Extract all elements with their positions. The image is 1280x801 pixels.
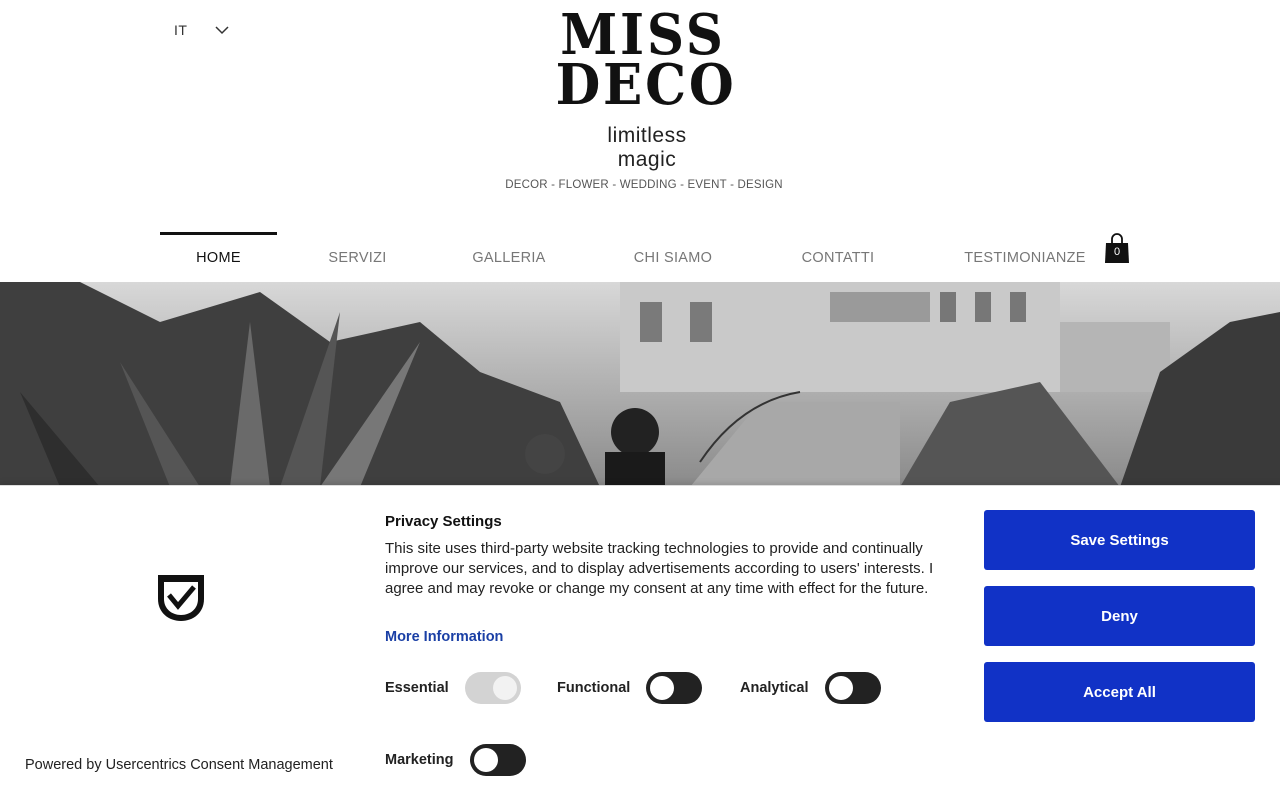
logo-line-2: DECO [555,52,737,118]
shield-check-icon [158,575,204,621]
language-code: IT [174,22,188,38]
services-subtitle: DECOR - FLOWER - WEDDING - EVENT - DESIG… [505,179,783,191]
toggle-essential-row: Essential [385,672,521,704]
functional-label: Functional [557,680,631,696]
toggle-marketing-row: Marketing [385,744,526,776]
toggle-analytical-row: Analytical [740,672,881,704]
functional-toggle[interactable] [646,672,703,704]
nav-item-galleria[interactable]: GALLERIA [450,232,568,270]
marketing-toggle[interactable] [469,744,526,776]
essential-label: Essential [385,680,449,696]
essential-toggle [464,672,521,704]
nav-item-chi-siamo[interactable]: CHI SIAMO [615,232,731,270]
powered-by-text: Powered by Usercentrics Consent Manageme… [25,757,333,773]
tagline-line-1: limitless [607,124,687,147]
analytical-toggle[interactable] [824,672,881,704]
language-selector[interactable]: IT [174,22,229,38]
toggle-knob [473,748,498,772]
hero-photo [0,282,1280,487]
privacy-description: This site uses third-party website track… [385,540,934,597]
nav-item-servizi[interactable]: SERVIZI [310,232,405,270]
toggle-knob [650,676,675,700]
toggle-functional-row: Functional [557,672,703,704]
more-information-link[interactable]: More Information [385,629,503,645]
cookie-consent-banner: Powered by Usercentrics Consent Manageme… [0,485,1280,801]
chevron-down-icon [215,26,229,35]
nav-item-contatti[interactable]: CONTATTI [780,232,896,270]
analytical-label: Analytical [740,680,809,696]
deny-button[interactable]: Deny [984,586,1255,646]
cart-button[interactable]: 0 [1104,232,1130,264]
toggle-knob [828,676,853,700]
nav-item-home[interactable]: HOME [160,232,277,270]
hero-image [0,282,1280,487]
save-settings-button[interactable]: Save Settings [984,510,1255,570]
privacy-settings-title: Privacy Settings [385,513,502,530]
marketing-label: Marketing [385,752,454,768]
cart-count: 0 [1113,246,1121,258]
site-logo[interactable]: MISS DECO [548,7,738,118]
toggle-knob [492,676,517,700]
nav-item-testimonianze[interactable]: TESTIMONIANZE [950,232,1100,270]
accept-all-button[interactable]: Accept All [984,662,1255,722]
tagline-line-2: magic [617,148,677,171]
